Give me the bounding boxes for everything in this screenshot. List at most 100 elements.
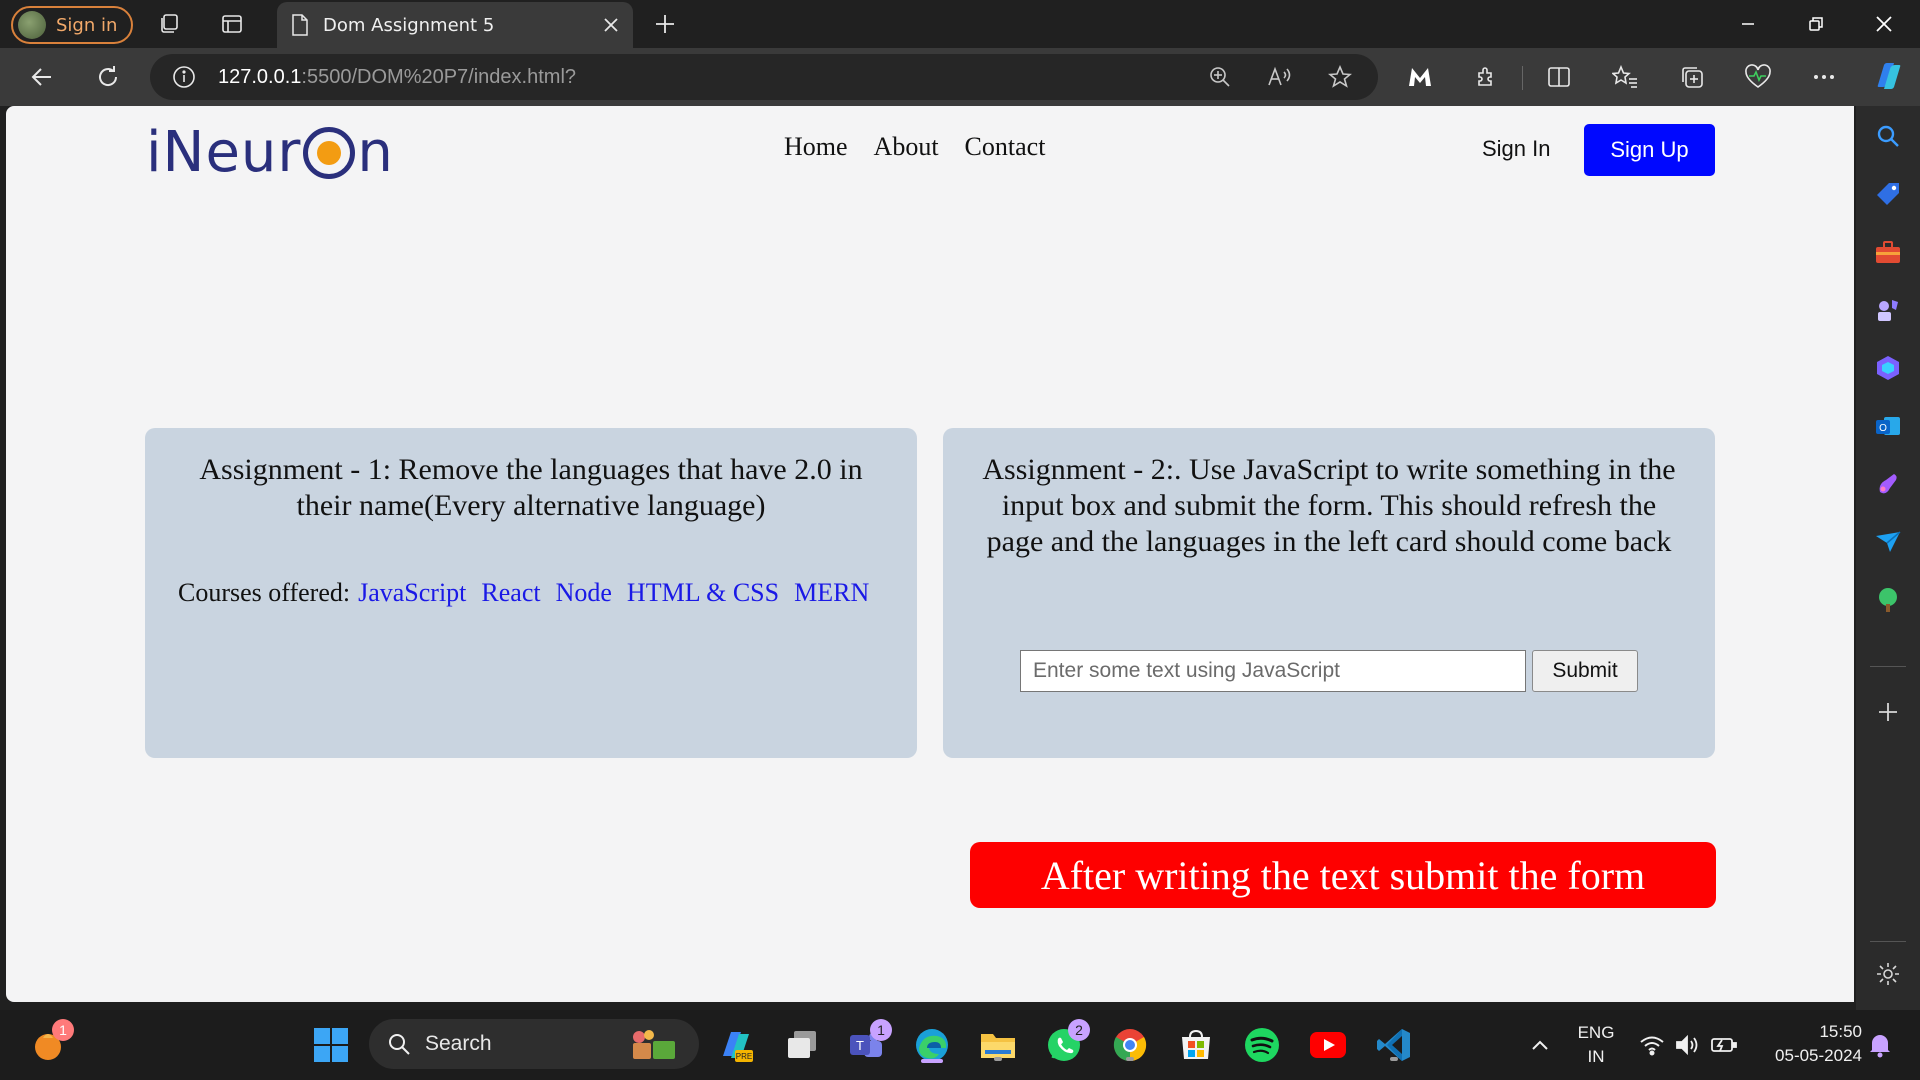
extensions-icon[interactable]: [1472, 62, 1502, 92]
sidebar-settings-gear-icon[interactable]: [1872, 958, 1904, 990]
course-link-mern[interactable]: MERN: [794, 578, 869, 608]
explorer-running-indicator: [994, 1057, 1002, 1061]
vscode-app-icon[interactable]: [1374, 1025, 1414, 1065]
volume-icon[interactable]: [1668, 1025, 1708, 1065]
sidebar-shopping-tag-icon[interactable]: [1872, 178, 1904, 210]
svg-text:T: T: [856, 1038, 864, 1053]
notifications-bell-icon[interactable]: [1860, 1025, 1900, 1065]
read-aloud-icon[interactable]: [1266, 63, 1294, 91]
signin-link[interactable]: Sign In: [1482, 136, 1551, 162]
copilot-icon[interactable]: [1871, 58, 1907, 94]
sidebar-divider-bottom: [1870, 941, 1906, 942]
zoom-icon[interactable]: [1206, 63, 1234, 91]
windows-taskbar: 1 Search PRE T 1 2 ENG IN 15:50 05-05-20…: [0, 1010, 1920, 1080]
more-options-icon[interactable]: [1809, 62, 1839, 92]
teams-badge: 1: [870, 1019, 892, 1041]
collections-icon[interactable]: [1677, 62, 1707, 92]
signup-button[interactable]: Sign Up: [1584, 124, 1715, 176]
course-link-node[interactable]: Node: [556, 578, 612, 608]
url-path: :5500/DOM%20P7/index.html?: [301, 65, 577, 88]
sidebar-games-icon[interactable]: [1872, 294, 1904, 326]
instruction-banner: After writing the text submit the form: [970, 842, 1716, 908]
taskbar-search-box[interactable]: Search: [369, 1019, 699, 1069]
clock-date: 05-05-2024: [1775, 1046, 1862, 1065]
tray-overflow-chevron-up-icon[interactable]: [1520, 1025, 1560, 1065]
split-screen-icon[interactable]: [1544, 62, 1574, 92]
new-tab-icon[interactable]: [651, 10, 679, 38]
minimize-icon[interactable]: [1728, 8, 1768, 40]
sidebar-search-icon[interactable]: [1872, 120, 1904, 152]
refresh-icon[interactable]: [92, 61, 124, 93]
browser-toolbar: 127.0.0.1:5500/DOM%20P7/index.html?: [0, 48, 1920, 106]
course-link-javascript[interactable]: JavaScript: [358, 578, 466, 608]
course-link-react[interactable]: React: [481, 578, 540, 608]
ineuron-logo[interactable]: iNeur n: [146, 120, 394, 185]
restore-icon[interactable]: [1796, 8, 1836, 40]
vscode-running-indicator: [1390, 1057, 1398, 1061]
profile-signin-button[interactable]: Sign in: [11, 6, 134, 44]
sidebar-tree-icon[interactable]: [1872, 584, 1904, 616]
windows-start-icon[interactable]: [311, 1025, 351, 1065]
svg-text:PRE: PRE: [736, 1052, 752, 1061]
wifi-icon[interactable]: [1632, 1025, 1672, 1065]
assignment-1-title: Assignment - 1: Remove the languages tha…: [199, 453, 863, 522]
sidebar-add-icon[interactable]: [1872, 696, 1904, 728]
browser-titlebar: Sign in Dom Assignment 5: [0, 0, 1920, 48]
nav-home-link[interactable]: Home: [784, 132, 848, 162]
address-bar[interactable]: 127.0.0.1:5500/DOM%20P7/index.html?: [150, 54, 1378, 100]
chrome-running-indicator: [1126, 1057, 1134, 1061]
tab-title: Dom Assignment 5: [323, 14, 495, 36]
svg-text:O: O: [1879, 423, 1887, 434]
notification-app-icon[interactable]: 1: [28, 1019, 74, 1065]
notification-badge: 1: [52, 1019, 74, 1041]
clock[interactable]: 15:50 05-05-2024: [1752, 1020, 1862, 1068]
courses-list: Courses offered: JavaScript React Node H…: [178, 578, 869, 608]
sidebar-copilot-icon[interactable]: [1872, 352, 1904, 384]
task-view-icon[interactable]: [782, 1025, 822, 1065]
spotify-app-icon[interactable]: [1242, 1025, 1282, 1065]
file-explorer-icon[interactable]: [978, 1025, 1018, 1065]
tab-dom-assignment[interactable]: Dom Assignment 5: [277, 2, 633, 48]
submit-button[interactable]: Submit: [1532, 650, 1638, 692]
taskbar-search-icon: [389, 1034, 410, 1055]
language-code: ENG: [1577, 1023, 1615, 1042]
nav-contact-link[interactable]: Contact: [965, 132, 1046, 162]
page-icon: [292, 14, 308, 36]
chrome-app-icon[interactable]: [1110, 1025, 1150, 1065]
close-tab-icon[interactable]: [603, 17, 619, 33]
edge-app-icon[interactable]: [912, 1025, 952, 1065]
whatsapp-badge: 2: [1068, 1019, 1090, 1041]
copilot-preview-app-icon[interactable]: PRE: [716, 1025, 756, 1065]
sidebar-outlook-icon[interactable]: O: [1872, 410, 1904, 442]
sidebar-tools-icon[interactable]: [1872, 236, 1904, 268]
course-link-html-css[interactable]: HTML & CSS: [627, 578, 779, 608]
assignment-2-title: Assignment - 2:. Use JavaScript to write…: [982, 453, 1676, 558]
battery-icon[interactable]: [1704, 1025, 1744, 1065]
malwarebytes-extension-icon[interactable]: [1405, 62, 1435, 92]
back-icon[interactable]: [26, 61, 58, 93]
whatsapp-app-icon[interactable]: 2: [1044, 1019, 1090, 1065]
profile-avatar: [18, 11, 46, 39]
js-text-form: Submit: [1020, 650, 1638, 692]
teams-app-icon[interactable]: T 1: [846, 1019, 892, 1065]
nav-about-link[interactable]: About: [874, 132, 939, 162]
assignment-2-card: Assignment - 2:. Use JavaScript to write…: [943, 428, 1715, 758]
close-window-icon[interactable]: [1864, 8, 1904, 40]
site-info-icon[interactable]: [172, 65, 196, 89]
microsoft-store-icon[interactable]: [1176, 1025, 1216, 1065]
taskbar-search-label: Search: [425, 1032, 492, 1055]
page-viewport: iNeur n Home About Contact Sign In Sign …: [6, 106, 1854, 1002]
sidebar-designer-icon[interactable]: [1872, 468, 1904, 500]
favorite-star-icon[interactable]: [1326, 63, 1354, 91]
browser-essentials-icon[interactable]: [1743, 62, 1773, 92]
search-highlight-icon: [633, 1030, 675, 1059]
js-text-input[interactable]: [1020, 650, 1526, 692]
logo-text-prefix: iNeur: [146, 120, 302, 185]
workspaces-icon[interactable]: [155, 10, 183, 38]
vertical-tabs-icon[interactable]: [218, 10, 246, 38]
logo-text-suffix: n: [357, 120, 394, 185]
sidebar-send-icon[interactable]: [1872, 526, 1904, 558]
language-indicator[interactable]: ENG IN: [1568, 1021, 1624, 1069]
youtube-app-icon[interactable]: [1308, 1025, 1348, 1065]
favorites-icon[interactable]: [1610, 62, 1640, 92]
